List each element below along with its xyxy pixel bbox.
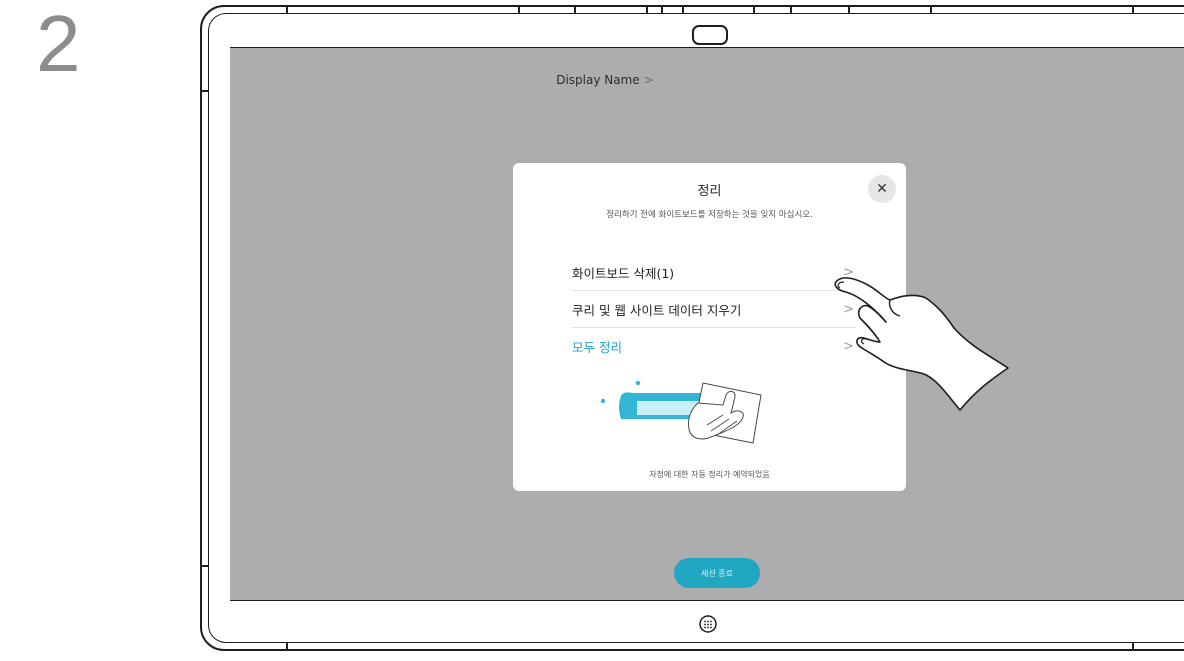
chevron-right-icon: > [643, 73, 654, 87]
frame-tick [930, 5, 932, 13]
frame-tick [574, 5, 576, 13]
dialog-title: 정리 [697, 184, 722, 199]
frame-tick [661, 5, 663, 13]
frame-tick [753, 5, 755, 13]
frame-tick [682, 5, 684, 13]
dialog-subtitle: 정리하기 전에 화이트보드를 저장하는 것을 잊지 마십시오. [606, 210, 813, 220]
menu-item-label: 쿠리 및 웹 사이트 데이터 지우기 [572, 302, 742, 318]
frame-tick [200, 90, 208, 92]
menu-item-clear-cookies[interactable]: 쿠리 및 웹 사이트 데이터 지우기 > [572, 291, 856, 328]
frame-tick [200, 565, 208, 567]
frame-tick [1132, 5, 1134, 13]
end-session-button[interactable]: 세션 종료 [674, 558, 760, 588]
frame-tick [518, 5, 520, 13]
frame-tick [286, 643, 288, 651]
camera-icon [692, 25, 728, 45]
menu-item-delete-whiteboards[interactable]: 화이트보드 삭제(1) > [572, 254, 856, 291]
dialog-footer: 자정에 대한 자동 정리가 예약되었음 [649, 470, 770, 479]
pointing-hand-icon [834, 277, 1009, 411]
frame-tick [848, 5, 850, 13]
close-icon: ✕ [876, 181, 888, 197]
menu-item-clean-all[interactable]: 모두 정리 > [572, 328, 856, 364]
device-screen: Display Name > 정리 ✕ 정리하기 전에 화이트보드를 저장하는 것… [230, 47, 1184, 601]
menu-item-label: 모두 정리 [572, 339, 622, 355]
frame-tick [286, 5, 288, 13]
menu-item-label: 화이트보드 삭제(1) [572, 265, 675, 281]
step-number: 2 [36, 0, 81, 88]
display-name-link[interactable]: Display Name > [230, 73, 980, 87]
display-name-label: Display Name [556, 73, 640, 87]
frame-tick [790, 5, 792, 13]
close-button[interactable]: ✕ [868, 175, 896, 203]
frame-tick [646, 5, 648, 13]
wiping-hand-illustration [600, 380, 762, 444]
cleanup-menu: 화이트보드 삭제(1) > 쿠리 및 웹 사이트 데이터 지우기 > 모두 정리… [572, 254, 856, 364]
home-button-icon[interactable] [698, 614, 718, 634]
frame-tick [1132, 643, 1134, 651]
